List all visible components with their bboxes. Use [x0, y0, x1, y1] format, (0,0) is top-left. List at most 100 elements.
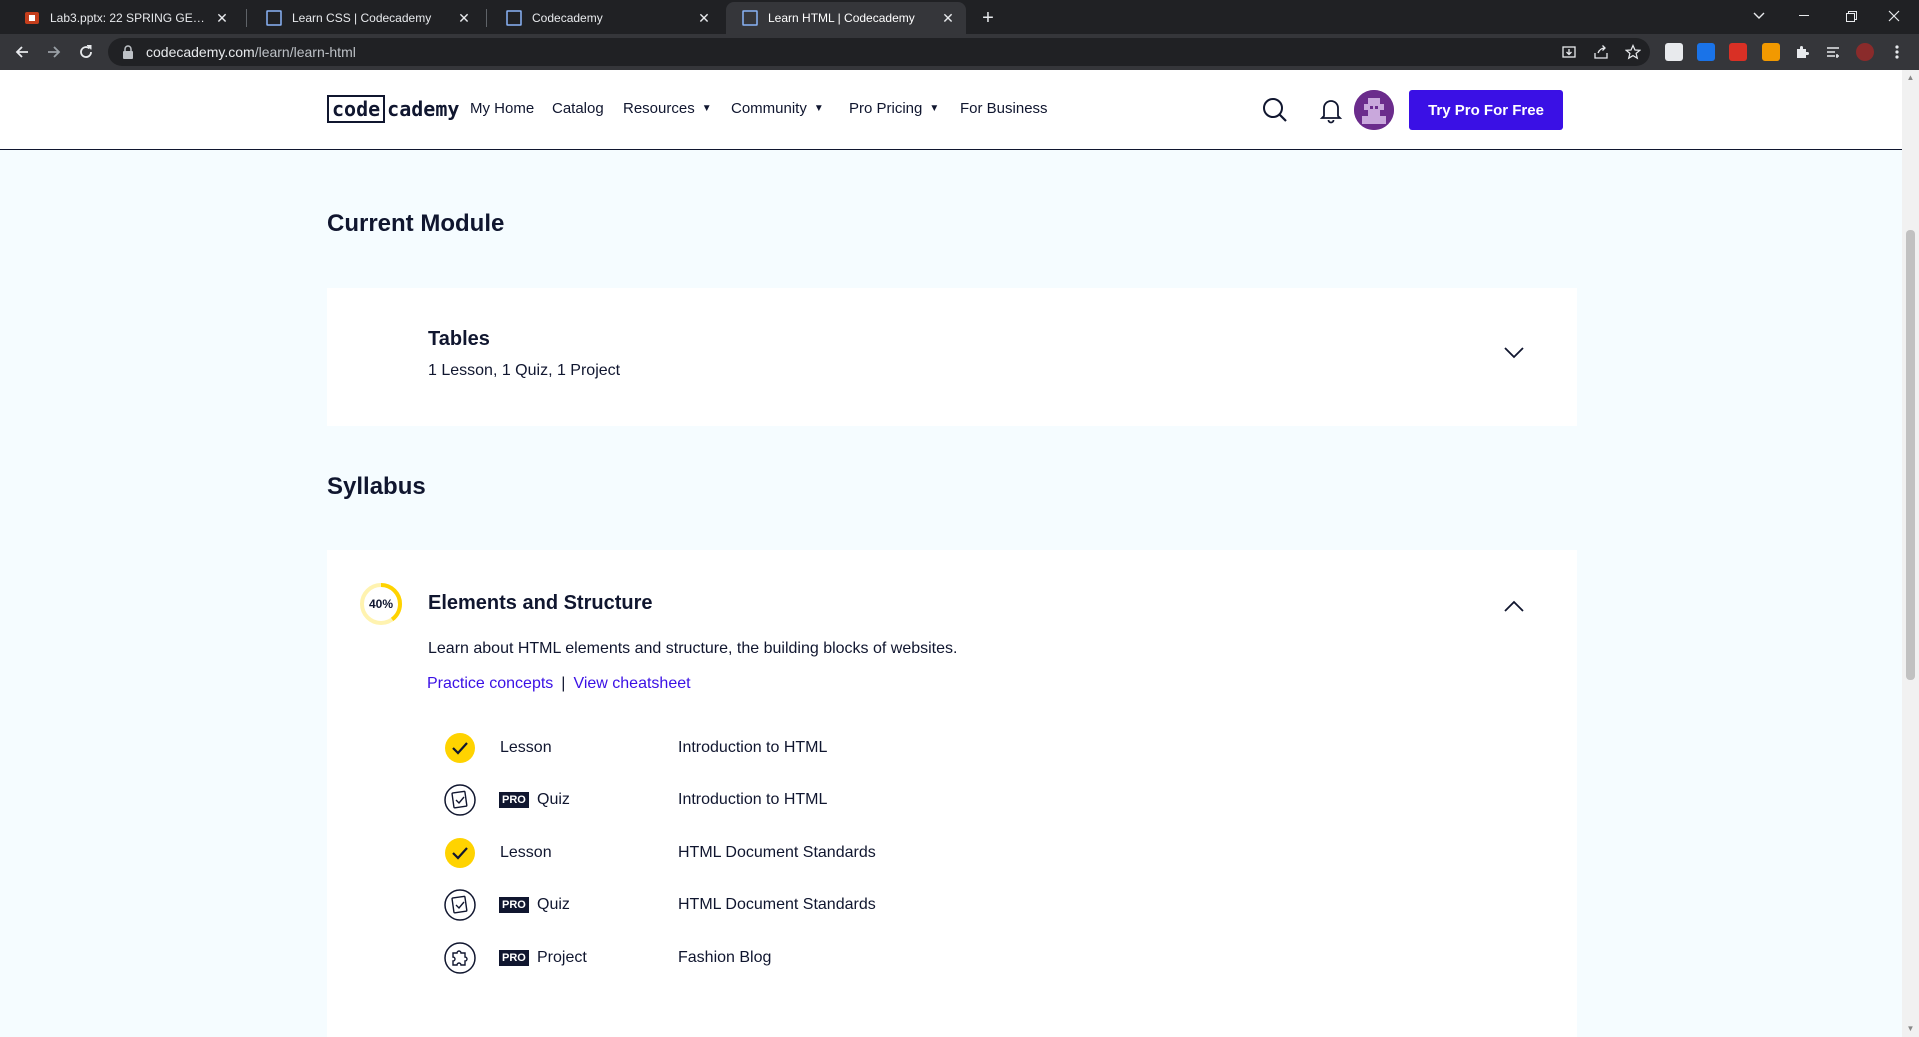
url-path: /learn/learn-html — [254, 44, 356, 60]
browser-tab-learn-css[interactable]: Learn CSS | Codecademy ✕ — [250, 2, 482, 34]
browser-tab-lab3[interactable]: Lab3.pptx: 22 SPRING GEOG 478... ✕ — [8, 2, 240, 34]
back-arrow-icon[interactable] — [10, 40, 34, 64]
colorful-extension-icon[interactable] — [1762, 43, 1780, 61]
codecademy-favicon-icon — [506, 10, 522, 26]
tab-separator — [486, 9, 487, 27]
view-cheatsheet-link[interactable]: View cheatsheet — [573, 675, 690, 693]
syllabus-item[interactable]: Lesson Introduction to HTML — [444, 730, 1144, 766]
item-name: Introduction to HTML — [678, 791, 828, 808]
syllabus-item[interactable]: PRO Quiz Introduction to HTML — [444, 782, 1144, 818]
nav-resources[interactable]: Resources ▼ — [623, 100, 712, 117]
tab-title: Codecademy — [532, 11, 603, 25]
caret-down-icon: ▼ — [701, 103, 712, 114]
item-type: Quiz — [537, 896, 570, 913]
item-name: HTML Document Standards — [678, 896, 876, 913]
user-avatar[interactable] — [1354, 90, 1394, 130]
close-tab-icon[interactable]: ✕ — [940, 10, 956, 26]
reading-list-icon[interactable] — [1823, 42, 1843, 62]
practice-concepts-link[interactable]: Practice concepts — [427, 675, 553, 693]
tab-title: Learn CSS | Codecademy — [292, 11, 432, 25]
current-module-heading: Current Module — [327, 210, 505, 237]
bookmark-star-icon[interactable] — [1623, 42, 1643, 62]
kebab-menu-icon[interactable] — [1887, 42, 1907, 62]
search-icon[interactable] — [1261, 96, 1289, 124]
codecademy-favicon-icon — [742, 10, 758, 26]
item-name: Fashion Blog — [678, 949, 772, 966]
avatar-pixel-art-icon — [1354, 90, 1394, 130]
scroll-up-arrow-icon[interactable]: ▲ — [1906, 74, 1915, 82]
translate-extension-icon[interactable] — [1697, 43, 1715, 61]
item-name: Introduction to HTML — [678, 739, 828, 756]
address-bar[interactable]: codecademy.com/learn/learn-html — [108, 38, 1650, 66]
try-pro-button[interactable]: Try Pro For Free — [1409, 90, 1563, 130]
pro-badge: PRO — [499, 897, 529, 913]
nav-label: My Home — [470, 100, 535, 117]
site-header: code cademy My Home Catalog Resources ▼ C… — [0, 70, 1902, 150]
adblock-extension-icon[interactable] — [1729, 43, 1747, 61]
new-tab-button[interactable]: + — [976, 6, 1000, 30]
close-tab-icon[interactable]: ✕ — [214, 10, 230, 26]
chevron-up-icon[interactable] — [1503, 599, 1525, 613]
syllabus-module-title: Elements and Structure — [428, 592, 653, 614]
syllabus-item[interactable]: PRO Quiz HTML Document Standards — [444, 887, 1144, 923]
minimize-icon[interactable] — [1790, 4, 1818, 28]
nav-my-home[interactable]: My Home — [470, 100, 534, 117]
completed-check-icon — [445, 733, 475, 763]
nav-label: Catalog — [552, 100, 604, 117]
tab-title: Lab3.pptx: 22 SPRING GEOG 478... — [50, 11, 214, 25]
syllabus-item[interactable]: Lesson HTML Document Standards — [444, 835, 1144, 871]
logo-boxed-text: code — [327, 95, 386, 123]
syllabus-item[interactable]: PRO Project Fashion Blog — [444, 940, 1144, 976]
url-host: codecademy.com — [146, 44, 255, 60]
nav-for-business[interactable]: For Business — [960, 100, 1048, 117]
nav-label: Pro Pricing — [849, 100, 923, 117]
page-scrollbar[interactable]: ▲ ▼ — [1902, 70, 1919, 1037]
restore-icon[interactable] — [1837, 4, 1865, 28]
close-window-icon[interactable] — [1880, 4, 1908, 28]
quiz-icon — [444, 889, 476, 921]
nav-pro-pricing[interactable]: Pro Pricing ▼ — [849, 100, 939, 117]
quiz-icon — [444, 784, 476, 816]
share-icon[interactable] — [1591, 42, 1611, 62]
syllabus-module-description: Learn about HTML elements and structure,… — [428, 640, 958, 657]
powerpoint-favicon-icon — [25, 12, 39, 24]
scrollbar-thumb[interactable] — [1906, 230, 1915, 680]
nav-label: Resources — [623, 100, 695, 117]
item-name: HTML Document Standards — [678, 844, 876, 861]
close-tab-icon[interactable]: ✕ — [456, 10, 472, 26]
browser-tab-learn-html[interactable]: Learn HTML | Codecademy ✕ — [726, 2, 966, 34]
item-type: Lesson — [500, 844, 552, 861]
close-tab-icon[interactable]: ✕ — [696, 10, 712, 26]
pro-badge: PRO — [499, 950, 529, 966]
current-module-card[interactable]: Tables 1 Lesson, 1 Quiz, 1 Project — [327, 288, 1577, 426]
syllabus-heading: Syllabus — [327, 473, 426, 500]
syllabus-module-card: 40% Elements and Structure Learn about H… — [327, 550, 1577, 1037]
profile-avatar-icon[interactable] — [1856, 43, 1874, 61]
tab-separator — [246, 9, 247, 27]
tab-search-chevron-icon[interactable] — [1745, 4, 1773, 28]
browser-tab-strip: Lab3.pptx: 22 SPRING GEOG 478... ✕ Learn… — [0, 0, 1919, 34]
item-type: Project — [537, 949, 587, 966]
nav-label: Community — [731, 100, 807, 117]
scroll-down-arrow-icon[interactable]: ▼ — [1906, 1025, 1915, 1033]
install-app-icon[interactable] — [1559, 42, 1579, 62]
browser-tab-codecademy[interactable]: Codecademy ✕ — [490, 2, 722, 34]
tab-title: Learn HTML | Codecademy — [768, 11, 915, 25]
forward-arrow-icon[interactable] — [42, 40, 66, 64]
notifications-bell-icon[interactable] — [1317, 96, 1345, 124]
module-title: Tables — [428, 328, 490, 350]
reload-icon[interactable] — [74, 40, 98, 64]
nav-label: For Business — [960, 100, 1048, 117]
page-viewport: code cademy My Home Catalog Resources ▼ C… — [0, 70, 1902, 1037]
document-extension-icon[interactable] — [1665, 43, 1683, 61]
nav-catalog[interactable]: Catalog — [552, 100, 604, 117]
chevron-down-icon[interactable] — [1503, 346, 1525, 360]
codecademy-logo[interactable]: code cademy — [327, 94, 459, 124]
extensions-puzzle-icon[interactable] — [1792, 42, 1812, 62]
browser-toolbar: codecademy.com/learn/learn-html — [0, 34, 1919, 70]
nav-community[interactable]: Community ▼ — [731, 100, 824, 117]
codecademy-favicon-icon — [266, 10, 282, 26]
link-separator: | — [561, 675, 566, 692]
completed-check-icon — [445, 838, 475, 868]
logo-text: cademy — [387, 97, 460, 121]
